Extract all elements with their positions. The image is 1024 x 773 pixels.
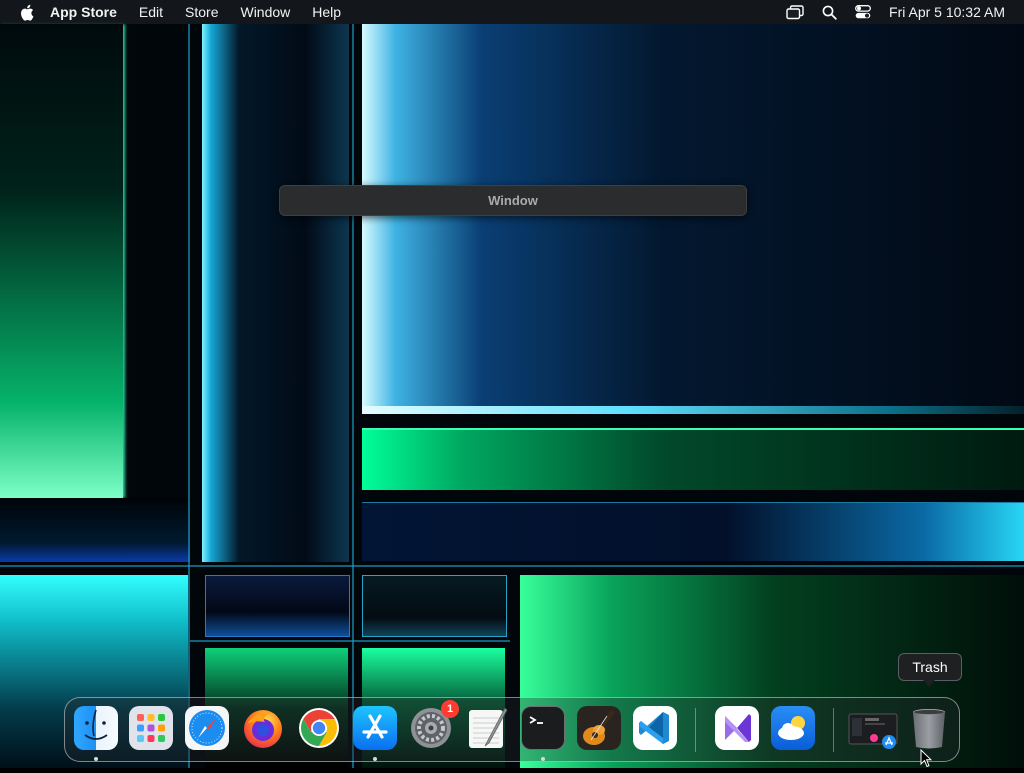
menu-bar: App Store Edit Store Window Help Fri Apr… [0, 0, 1024, 24]
chrome-icon[interactable] [297, 706, 341, 750]
dock-separator [833, 708, 834, 752]
wallpaper-panel [205, 575, 350, 637]
launchpad-icon[interactable] [129, 706, 173, 750]
visual-studio-icon[interactable] [715, 706, 759, 750]
vscode-icon[interactable] [633, 706, 677, 750]
wallpaper-panel [0, 498, 190, 562]
trash-tooltip: Trash [898, 653, 962, 687]
control-center-icon[interactable] [855, 5, 871, 19]
menu-store[interactable]: Store [185, 0, 218, 24]
notification-badge: 1 [441, 700, 459, 718]
wallpaper-panel [362, 575, 507, 637]
dock-separator [695, 708, 696, 752]
wallpaper-panel [0, 24, 123, 498]
running-indicator [541, 757, 545, 761]
textedit-icon[interactable] [465, 706, 509, 750]
menu-app-name[interactable]: App Store [50, 0, 117, 24]
trash-icon[interactable] [907, 706, 951, 750]
running-indicator [94, 757, 98, 761]
wallpaper-panel [362, 502, 1024, 561]
dock: 1 [64, 697, 960, 762]
weather-icon[interactable] [771, 706, 815, 750]
garageband-icon[interactable] [577, 706, 621, 750]
wallpaper-line [0, 565, 1024, 567]
menu-bar-clock[interactable]: Fri Apr 5 10:32 AM [889, 4, 1005, 20]
screen-mirroring-icon[interactable] [786, 4, 804, 20]
menu-help[interactable]: Help [312, 0, 341, 24]
wallpaper-line [190, 640, 510, 642]
wallpaper-panel [362, 24, 1024, 414]
desktop-wallpaper [0, 0, 1024, 768]
safari-icon[interactable] [185, 706, 229, 750]
spotlight-search-icon[interactable] [822, 5, 837, 20]
terminal-icon[interactable] [521, 706, 565, 750]
wallpaper-line [188, 24, 190, 768]
firefox-icon[interactable] [241, 706, 285, 750]
menu-window[interactable]: Window [240, 0, 290, 24]
wallpaper-line [352, 24, 354, 768]
window-title-bar[interactable]: Window [279, 185, 747, 216]
running-indicator [373, 757, 377, 761]
wallpaper-panel [202, 24, 349, 562]
apple-menu-icon[interactable] [16, 2, 36, 22]
system-settings-icon[interactable]: 1 [409, 700, 459, 750]
stack-icon[interactable] [847, 706, 899, 750]
wallpaper-panel [362, 428, 1024, 490]
menu-edit[interactable]: Edit [139, 0, 163, 24]
finder-icon[interactable] [74, 706, 118, 750]
app-store-icon[interactable] [353, 706, 397, 750]
mouse-cursor-icon [920, 748, 933, 773]
wallpaper-panel [362, 406, 1024, 414]
